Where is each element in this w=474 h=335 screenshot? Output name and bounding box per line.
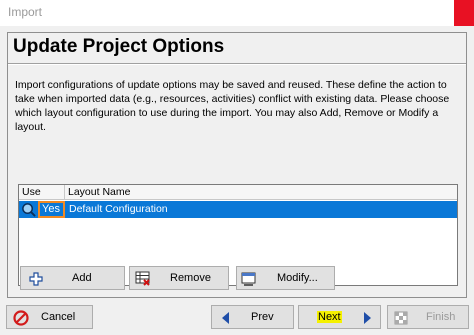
next-button-label: Next — [317, 311, 342, 323]
panel-title: Update Project Options — [13, 36, 225, 57]
prev-button-label: Prev — [251, 311, 274, 323]
column-header-use[interactable]: Use — [19, 185, 65, 200]
panel-divider — [8, 63, 466, 65]
arrow-left-icon — [222, 312, 229, 324]
table-row[interactable]: Yes Default Configuration — [19, 201, 457, 218]
add-button[interactable]: Add — [20, 266, 125, 290]
finish-button[interactable]: Finish — [387, 305, 469, 329]
cancel-button[interactable]: Cancel — [6, 305, 93, 329]
add-button-label: Add — [72, 272, 92, 284]
window-title: Import — [8, 5, 43, 19]
cancel-button-label: Cancel — [41, 311, 76, 323]
finish-flag-icon — [394, 311, 408, 325]
remove-button[interactable]: Remove — [129, 266, 229, 290]
search-magnifier-icon — [21, 202, 36, 217]
cancel-icon — [13, 310, 29, 326]
window-titlebar: Import — [0, 0, 474, 26]
modify-icon — [241, 272, 256, 286]
modify-button-label: Modify... — [277, 272, 318, 284]
update-project-options-panel: Update Project Options Import configurat… — [7, 32, 467, 298]
remove-grid-icon — [135, 271, 150, 286]
next-button[interactable]: Next — [298, 305, 381, 329]
modify-button[interactable]: Modify... — [236, 266, 335, 290]
column-header-layout-name[interactable]: Layout Name — [65, 185, 205, 200]
table-header: Use Layout Name — [19, 185, 457, 200]
plus-icon — [29, 272, 43, 286]
arrow-right-icon — [364, 312, 371, 324]
prev-button[interactable]: Prev — [211, 305, 294, 329]
layout-name-cell: Default Configuration — [69, 203, 168, 215]
window-close-button[interactable] — [454, 0, 474, 26]
finish-button-label: Finish — [426, 311, 456, 323]
remove-button-label: Remove — [170, 272, 211, 284]
use-cell-yes[interactable]: Yes — [38, 201, 65, 218]
panel-description: Import configurations of update options … — [15, 79, 450, 133]
